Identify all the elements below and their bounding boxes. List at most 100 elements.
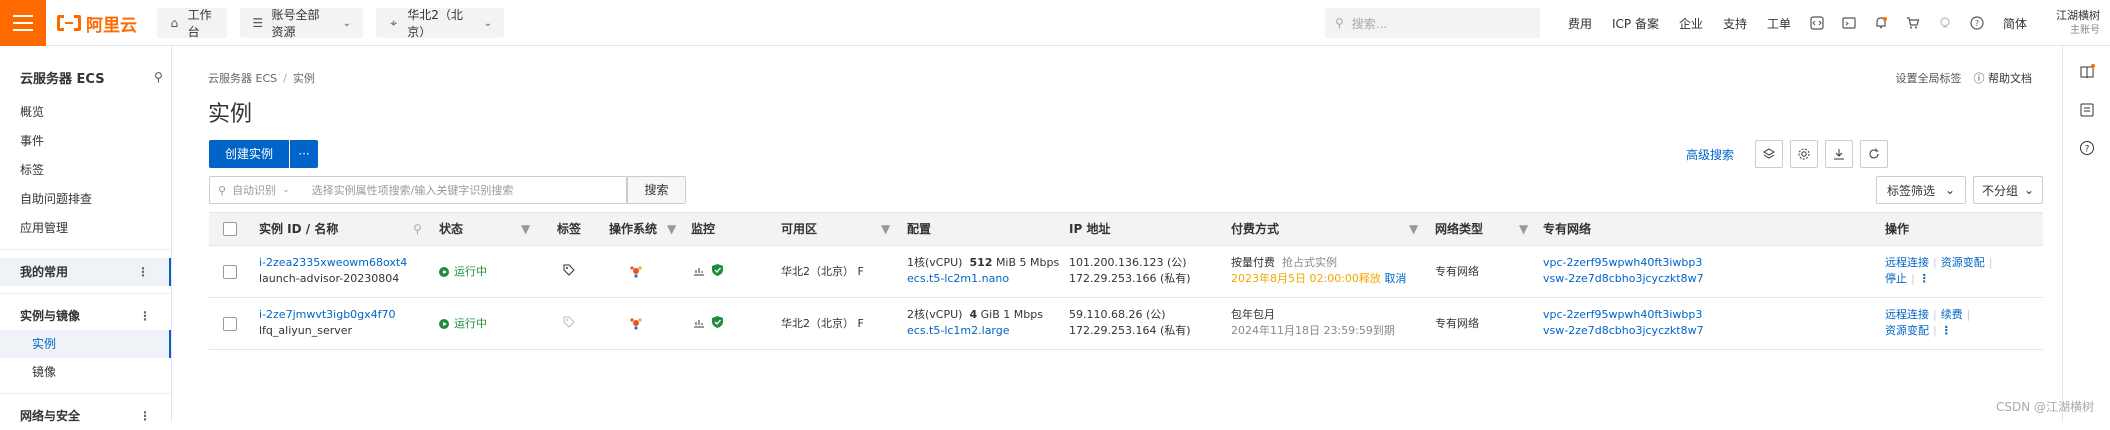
sidebar-search-icon[interactable]: ⚲ — [154, 70, 163, 84]
sidebar-item-images[interactable]: 镜像 — [32, 361, 182, 383]
filter-icon[interactable]: ▼ — [1519, 213, 1528, 245]
filter-icon[interactable]: ▼ — [667, 213, 676, 245]
nav-workbench[interactable]: ⌂ 工作台 — [157, 8, 227, 39]
aliyun-logo[interactable]: 阿里云 — [56, 11, 137, 36]
vswitch-link[interactable]: vsw-2ze7d8cbho3jcyczkt8w7 — [1543, 323, 1704, 339]
chart-icon[interactable] — [693, 264, 705, 281]
instance-type-link[interactable]: ecs.t5-lc2m1.nano — [907, 271, 1009, 287]
sidebar-group-favorites[interactable]: 我的常用 ⋮ — [0, 258, 171, 286]
more-icon[interactable]: ⋮ — [1941, 324, 1952, 337]
sidebar-divider — [0, 393, 171, 394]
col-status: 状态 — [439, 222, 464, 236]
tag-icon[interactable] — [563, 316, 575, 333]
more-actions-button[interactable]: ··· — [290, 140, 319, 168]
running-icon — [439, 267, 449, 277]
user-menu[interactable]: 江湖横树 主账号 — [2018, 8, 2100, 38]
search-icon[interactable]: ⚲ — [413, 213, 422, 245]
more-icon[interactable]: ⋮ — [139, 402, 151, 430]
global-tag-link[interactable]: 设置全局标签 — [1896, 70, 1962, 86]
advanced-search-link[interactable]: 高级搜索 — [1686, 146, 1734, 163]
sidebar-group-network-label: 网络与安全 — [20, 409, 81, 423]
watermark: CSDN @江湖横树 — [1996, 400, 2095, 414]
download-icon[interactable] — [1825, 140, 1853, 168]
list-icon[interactable] — [2077, 100, 2097, 120]
sidebar-item-apps[interactable]: 应用管理 — [20, 217, 170, 239]
sidebar-item-instances[interactable]: 实例 — [0, 330, 171, 358]
instance-id-link[interactable]: i-2zea2335xweowm68oxt4 — [259, 255, 407, 271]
instance-type-link[interactable]: ecs.t5-lc1m2.large — [907, 323, 1010, 339]
sidebar-item-overview[interactable]: 概览 — [20, 101, 170, 123]
breadcrumb-ecs[interactable]: 云服务器 ECS — [208, 72, 277, 85]
global-search-input[interactable]: ⚲ 搜索... — [1325, 8, 1540, 38]
filter-input[interactable]: ⚲ 自动识别 ⌄ 选择实例属性项搜索/输入关键字识别搜索 — [209, 176, 627, 204]
settings-icon[interactable] — [1790, 140, 1818, 168]
bell-icon[interactable] — [1865, 0, 1897, 46]
help-icon[interactable]: ? — [1961, 0, 1993, 46]
filter-icon[interactable]: ▼ — [521, 213, 530, 245]
chart-icon[interactable] — [693, 316, 705, 333]
filter-icon[interactable]: ▼ — [881, 213, 890, 245]
more-icon[interactable]: ⋮ — [139, 302, 151, 330]
filter-prefix[interactable]: ⚲ 自动识别 ⌄ — [210, 182, 298, 198]
row-checkbox[interactable] — [223, 265, 237, 279]
link-support[interactable]: 支持 — [1713, 15, 1757, 32]
renew-link[interactable]: 续费 — [1941, 308, 1963, 321]
sidebar-item-events[interactable]: 事件 — [20, 130, 170, 152]
search-icon: ⚲ — [1335, 16, 1344, 30]
pay-note: 2023年8月5日 02:00:00释放 取消 — [1231, 272, 1407, 285]
stop-link[interactable]: 停止 — [1885, 272, 1907, 285]
row-actions-2: 停止 | ⋮ — [1885, 272, 1930, 285]
more-icon[interactable]: ⋮ — [1919, 272, 1930, 285]
link-enterprise[interactable]: 企业 — [1669, 15, 1713, 32]
cart-icon[interactable] — [1897, 0, 1929, 46]
sidebar-item-tags[interactable]: 标签 — [20, 159, 170, 181]
search-button[interactable]: 搜索 — [627, 176, 686, 204]
shield-check-icon[interactable] — [711, 263, 724, 282]
more-icon[interactable]: ⋮ — [137, 258, 149, 286]
sidebar-group-instances[interactable]: 实例与镜像 ⋮ — [0, 302, 171, 330]
cancel-release-link[interactable]: 取消 — [1384, 272, 1406, 285]
help-icon: ⓘ — [1973, 72, 1988, 85]
nav-region[interactable]: ⌖ 华北2（北京） ⌄ — [376, 8, 504, 39]
sidebar-item-troubleshoot[interactable]: 自助问题排查 — [20, 188, 170, 210]
link-icp[interactable]: ICP 备案 — [1602, 15, 1669, 32]
tag-icon[interactable] — [563, 264, 575, 281]
status-label: 运行中 — [454, 317, 487, 330]
refresh-icon[interactable] — [1860, 140, 1888, 168]
instance-id-link[interactable]: i-2ze7jmwvt3igb0gx4f70 — [259, 307, 396, 323]
select-all-checkbox[interactable] — [223, 222, 237, 236]
tag-filter-select[interactable]: 标签筛选 ⌄ — [1876, 176, 1966, 204]
filter-placeholder: 选择实例属性项搜索/输入关键字识别搜索 — [311, 184, 514, 197]
create-instance-group: 创建实例 ··· — [209, 140, 319, 168]
link-ticket[interactable]: 工单 — [1757, 15, 1801, 32]
sidebar-group-network[interactable]: 网络与安全 ⋮ — [0, 402, 171, 430]
vpc-link[interactable]: vpc-2zerf95wpwh40ft3iwbp3 — [1543, 255, 1702, 271]
remote-connect-link[interactable]: 远程连接 — [1885, 308, 1929, 321]
status-badge: 运行中 — [439, 316, 487, 332]
change-spec-link[interactable]: 资源变配 — [1885, 324, 1929, 337]
row-checkbox[interactable] — [223, 317, 237, 331]
menu-icon[interactable] — [0, 0, 46, 46]
user-name: 江湖横树 — [2056, 9, 2100, 22]
group-select[interactable]: 不分组 ⌄ — [1973, 176, 2043, 204]
help-icon[interactable]: ? — [2077, 138, 2097, 158]
link-billing[interactable]: 费用 — [1558, 15, 1602, 32]
filter-prefix-label: 自动识别 — [232, 184, 277, 197]
remote-connect-link[interactable]: 远程连接 — [1885, 256, 1929, 269]
help-doc-link[interactable]: ⓘ 帮助文档 — [1974, 70, 2033, 86]
code-icon[interactable] — [1801, 0, 1833, 46]
vswitch-link[interactable]: vsw-2ze7d8cbho3jcyczkt8w7 — [1543, 271, 1704, 287]
col-id: 实例 ID / 名称 — [259, 222, 339, 236]
pay-type: 包年包月 — [1231, 308, 1275, 321]
vpc-link[interactable]: vpc-2zerf95wpwh40ft3iwbp3 — [1543, 307, 1702, 323]
shield-check-icon[interactable] — [711, 315, 724, 334]
terminal-icon[interactable] — [1833, 0, 1865, 46]
col-zone: 可用区 — [781, 222, 818, 236]
change-spec-link[interactable]: 资源变配 — [1941, 256, 1985, 269]
lightbulb-icon[interactable] — [1929, 0, 1961, 46]
nav-resources[interactable]: ☰ 账号全部资源 ⌄ — [240, 8, 363, 39]
filter-icon[interactable]: ▼ — [1409, 213, 1418, 245]
book-icon[interactable] — [2077, 62, 2097, 82]
create-instance-button[interactable]: 创建实例 — [209, 140, 290, 168]
layers-icon[interactable] — [1755, 140, 1783, 168]
